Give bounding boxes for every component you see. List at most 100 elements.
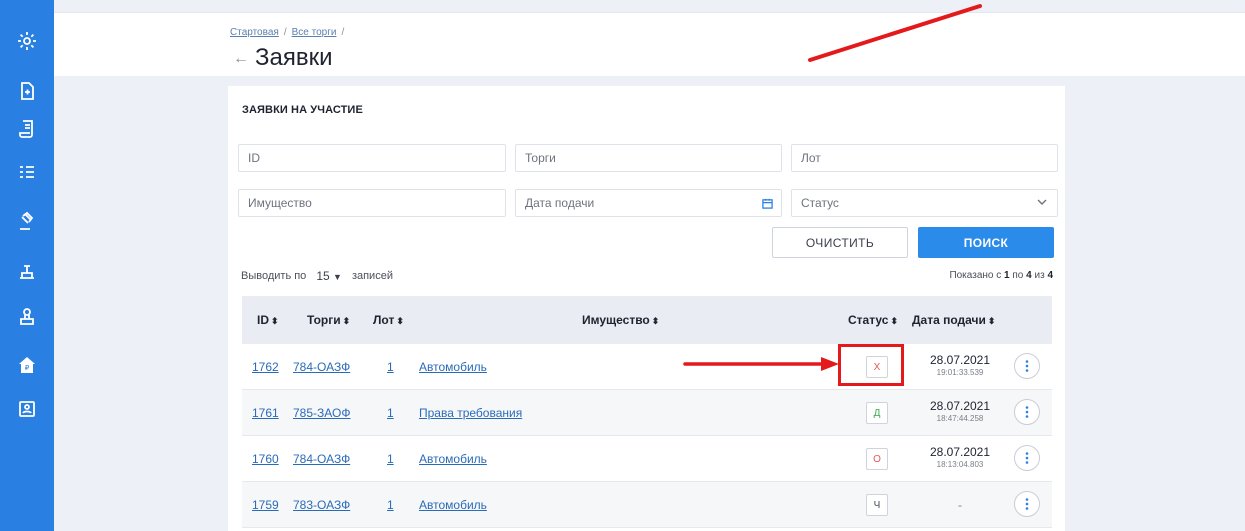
auction-filter-placeholder: Торги xyxy=(525,151,556,165)
time-value: 19:01:33.539 xyxy=(936,368,984,377)
row-auction-link[interactable]: 784-ОАЗФ xyxy=(293,360,350,374)
annotation-arrow xyxy=(683,357,839,371)
column-header-status[interactable]: Статус ⬍ xyxy=(848,313,898,327)
shown-prefix: Показано с xyxy=(949,270,1002,281)
date-value: 28.07.2021 xyxy=(929,445,991,459)
row-lot-link[interactable]: 1 xyxy=(387,406,394,420)
sidebar: ₽ xyxy=(0,0,54,531)
shown-to-word: по xyxy=(1012,270,1024,281)
column-header-lot[interactable]: Лот ⬍ xyxy=(373,313,404,327)
row-auction-link[interactable]: 784-ОАЗФ xyxy=(293,452,350,466)
sort-icon: ⬍ xyxy=(342,316,351,326)
sort-icon: ⬍ xyxy=(651,316,660,326)
shown-of-word: из xyxy=(1034,270,1045,281)
submission-date: 28.07.2021 18:13:04.803 xyxy=(920,445,1000,469)
column-header-date[interactable]: Дата подачи ⬍ xyxy=(912,313,995,327)
kebab-menu-icon xyxy=(1025,452,1029,464)
row-actions-button[interactable] xyxy=(1014,445,1040,471)
contacts-icon[interactable] xyxy=(14,396,40,422)
date-filter-placeholder: Дата подачи xyxy=(525,196,595,210)
date-value: 28.07.2021 xyxy=(929,353,991,367)
table-row: 1759 783-ОАЗФ 1 Автомобиль Ч - xyxy=(242,482,1052,528)
status-badge: О xyxy=(866,448,888,470)
auction-filter-input[interactable]: Торги xyxy=(515,144,782,172)
submission-date: - xyxy=(920,491,1000,512)
property-filter-placeholder: Имущество xyxy=(248,196,312,210)
property-filter-input[interactable]: Имущество xyxy=(238,189,506,217)
calendar-icon[interactable] xyxy=(762,190,773,218)
sort-icon: ⬍ xyxy=(396,316,404,326)
column-label: Имущество xyxy=(582,313,650,327)
row-lot-link[interactable]: 1 xyxy=(387,360,394,374)
row-id-link[interactable]: 1761 xyxy=(252,406,279,420)
breadcrumb-all-auctions-link[interactable]: Все торги xyxy=(292,27,337,38)
row-actions-button[interactable] xyxy=(1014,353,1040,379)
applications-card: ЗАЯВКИ НА УЧАСТИЕ ID Торги Лот Имущество… xyxy=(228,86,1065,531)
lot-filter-input[interactable]: Лот xyxy=(791,144,1058,172)
column-label: Статус xyxy=(848,313,889,327)
date-value: 28.07.2021 xyxy=(929,399,991,413)
submission-date: 28.07.2021 18:47:44.258 xyxy=(920,399,1000,423)
kebab-menu-icon xyxy=(1025,406,1029,418)
pen-tool-icon[interactable] xyxy=(14,258,40,284)
shown-to: 4 xyxy=(1026,270,1032,281)
row-actions-button[interactable] xyxy=(1014,399,1040,425)
gear-icon[interactable] xyxy=(14,28,40,54)
sort-icon: ⬍ xyxy=(987,316,996,326)
sort-icon: ⬍ xyxy=(890,316,898,326)
table-row: 1760 784-ОАЗФ 1 Автомобиль О 28.07.2021 … xyxy=(242,436,1052,482)
lot-filter-placeholder: Лот xyxy=(801,151,821,165)
status-badge: Ч xyxy=(866,494,888,516)
column-header-property[interactable]: Имущество ⬍ xyxy=(582,313,659,327)
scroll-icon[interactable] xyxy=(14,116,40,142)
date-filter-input[interactable]: Дата подачи xyxy=(515,189,782,217)
breadcrumb-home-link[interactable]: Стартовая xyxy=(230,27,279,38)
status-badge: Д xyxy=(866,402,888,424)
date-value: - xyxy=(958,498,962,512)
row-lot-link[interactable]: 1 xyxy=(387,452,394,466)
column-header-id[interactable]: ID ⬍ xyxy=(257,313,279,327)
shown-total: 4 xyxy=(1047,270,1053,281)
ruble-house-icon[interactable]: ₽ xyxy=(14,352,40,378)
row-id-link[interactable]: 1762 xyxy=(252,360,279,374)
annotation-red-line xyxy=(808,4,982,62)
row-id-link[interactable]: 1759 xyxy=(252,498,279,512)
id-filter-placeholder: ID xyxy=(248,151,260,165)
row-actions-button[interactable] xyxy=(1014,491,1040,517)
table-row: 1762 784-ОАЗФ 1 Автомобиль Х 28.07.2021 … xyxy=(242,344,1052,390)
per-page-select[interactable]: 15 ▼ xyxy=(312,269,346,283)
chevron-down-icon xyxy=(1037,199,1047,205)
back-arrow-icon[interactable]: ← xyxy=(233,50,249,68)
stamp-icon[interactable] xyxy=(14,304,40,330)
shown-from: 1 xyxy=(1004,270,1010,281)
id-filter-input[interactable]: ID xyxy=(238,144,506,172)
row-property-link[interactable]: Автомобиль xyxy=(419,452,487,466)
column-header-auction[interactable]: Торги ⬍ xyxy=(307,313,350,327)
per-page-value: 15 xyxy=(316,269,330,283)
list-icon[interactable] xyxy=(14,160,40,186)
kebab-menu-icon xyxy=(1025,360,1029,372)
row-auction-link[interactable]: 783-ОАЗФ xyxy=(293,498,350,512)
row-property-link[interactable]: Автомобиль xyxy=(419,498,487,512)
row-lot-link[interactable]: 1 xyxy=(387,498,394,512)
clear-button[interactable]: ОЧИСТИТЬ xyxy=(772,227,908,258)
column-label: Дата подачи xyxy=(912,313,986,327)
row-id-link[interactable]: 1760 xyxy=(252,452,279,466)
per-page-control: Выводить по 15 ▼ записей xyxy=(241,269,393,283)
time-value: 18:47:44.258 xyxy=(936,414,984,423)
per-page-prefix: Выводить по xyxy=(241,270,307,282)
row-property-link[interactable]: Права требования xyxy=(419,406,522,420)
row-auction-link[interactable]: 785-ЗАОФ xyxy=(293,406,350,420)
column-label: ID xyxy=(257,313,269,327)
chevron-down-icon: ▼ xyxy=(333,272,342,282)
status-filter-select[interactable]: Статус xyxy=(791,189,1058,217)
card-title: ЗАЯВКИ НА УЧАСТИЕ xyxy=(242,104,363,116)
document-icon[interactable] xyxy=(14,78,40,104)
time-value: 18:13:04.803 xyxy=(936,460,984,469)
gavel-icon[interactable] xyxy=(14,208,40,234)
submission-date: 28.07.2021 19:01:33.539 xyxy=(920,353,1000,377)
annotation-highlight-box xyxy=(838,344,904,386)
row-property-link[interactable]: Автомобиль xyxy=(419,360,487,374)
per-page-suffix: записей xyxy=(351,270,393,282)
search-button[interactable]: ПОИСК xyxy=(918,227,1054,258)
